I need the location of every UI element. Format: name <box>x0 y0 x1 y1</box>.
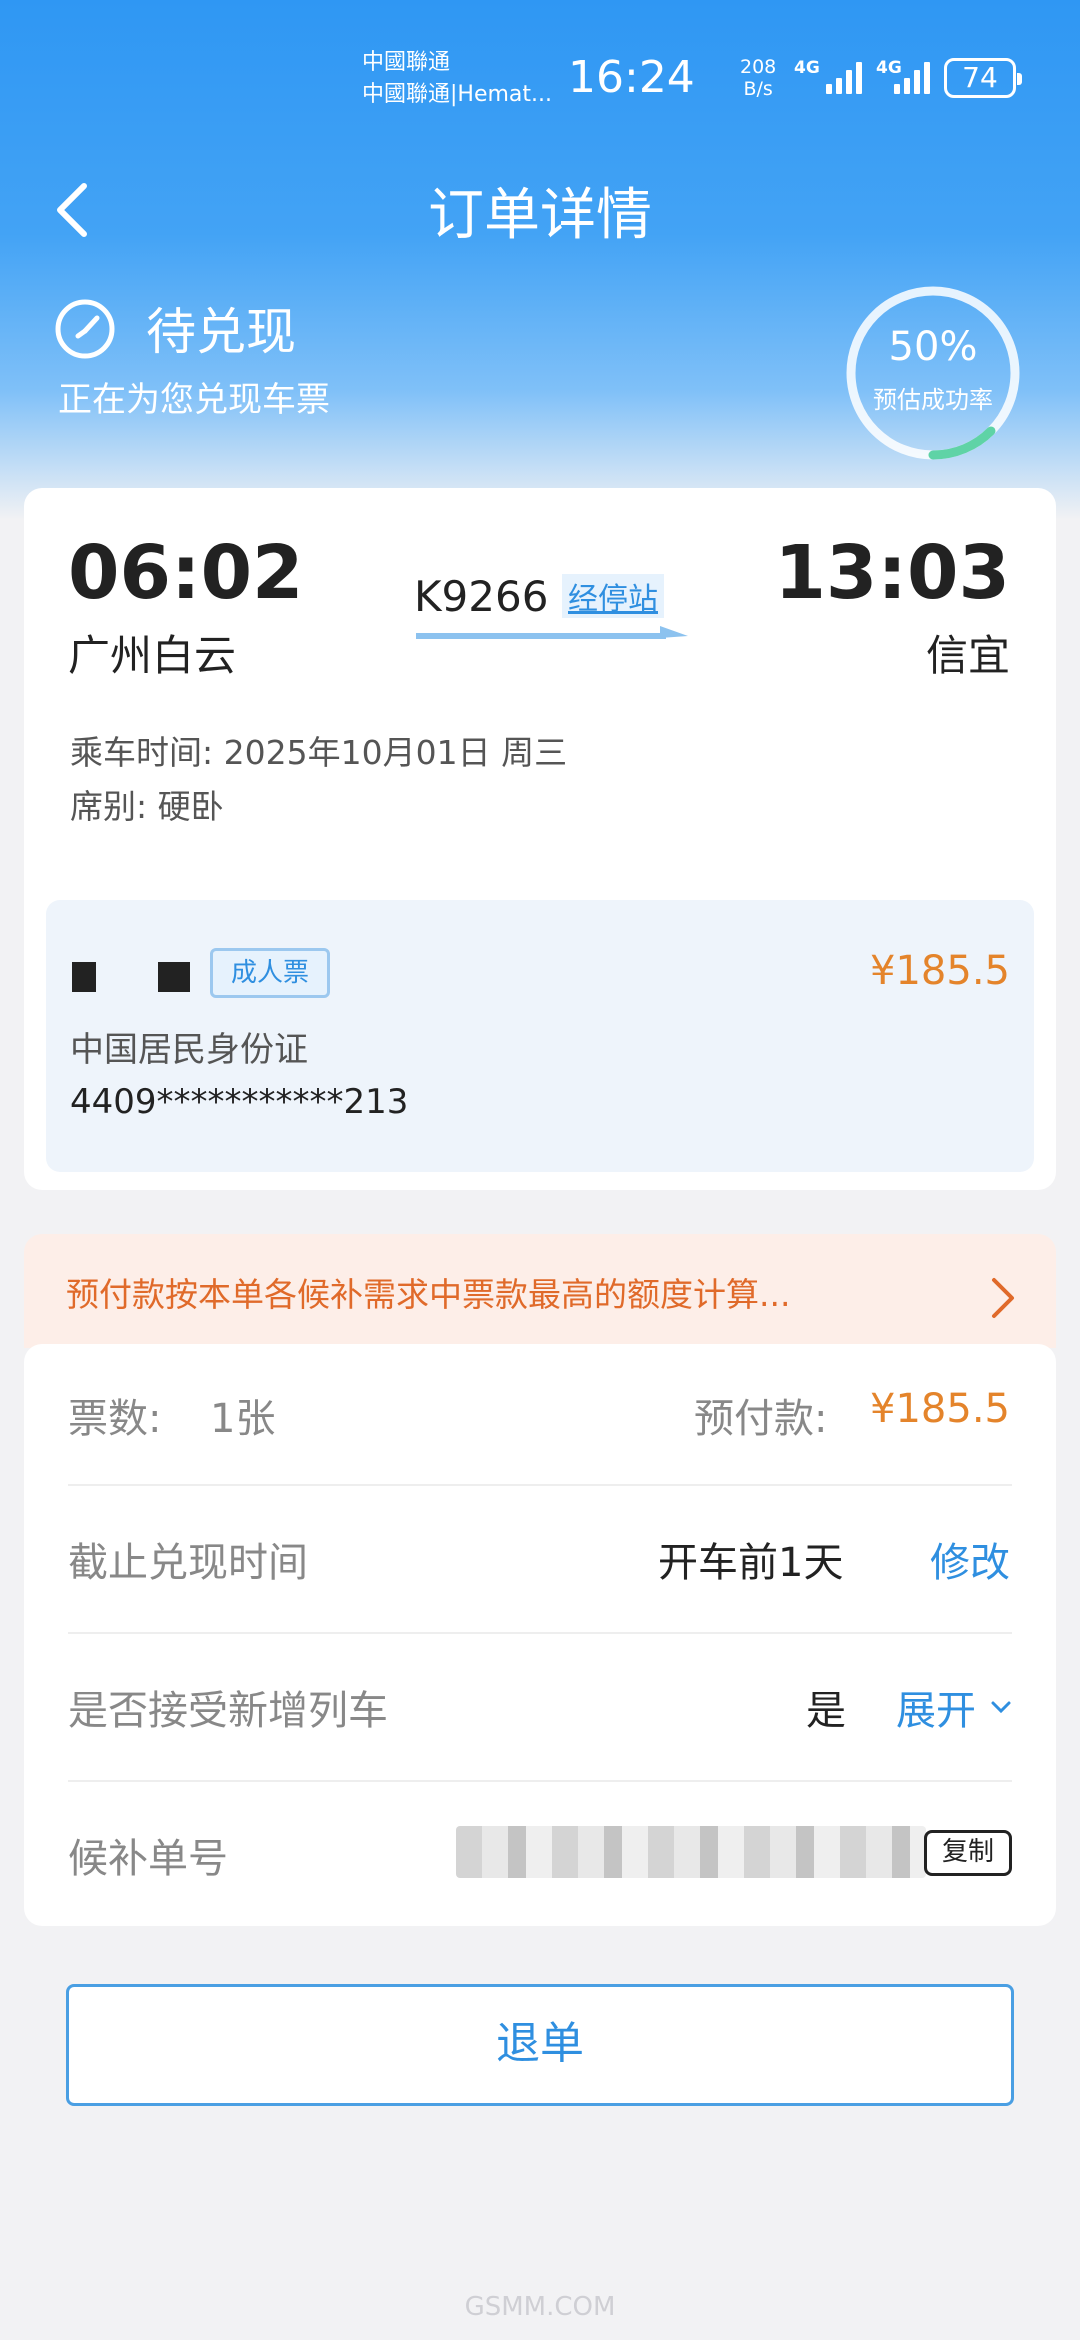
refund-button[interactable]: 退单 <box>66 1984 1014 2106</box>
chevron-down-icon <box>991 1701 1011 1714</box>
chevron-right-icon <box>992 1278 1014 1318</box>
seat-class: 席别: 硬卧 <box>70 787 224 826</box>
travel-date: 乘车时间: 2025年10月01日 周三 <box>70 733 568 772</box>
arrival-time: 13:03 <box>774 530 1010 616</box>
speed-value: 208 <box>740 56 777 78</box>
carrier-1: 中國聯通 <box>362 50 451 75</box>
deadline-value: 开车前1天 <box>658 1540 844 1586</box>
carrier-2: 中國聯通|Hemat... <box>362 82 553 107</box>
watermark: GSMM.COM <box>464 2292 616 2322</box>
passenger-price: ¥185.5 <box>870 948 1010 994</box>
modify-deadline-button[interactable]: 修改 <box>930 1530 1010 1588</box>
redacted-name-2 <box>158 962 190 992</box>
route-arrow-icon <box>416 626 688 639</box>
divider <box>68 1484 1012 1486</box>
id-type: 中国居民身份证 <box>70 1030 308 1070</box>
prepay-value: ¥185.5 <box>870 1386 1010 1432</box>
ticket-type-badge: 成人票 <box>210 948 331 998</box>
order-state-subtitle: 正在为您兑现车票 <box>58 380 330 420</box>
order-state: 待兑现 <box>146 303 296 361</box>
departure-station: 广州白云 <box>68 631 237 680</box>
id-number: 4409***********213 <box>70 1082 409 1122</box>
page-title: 订单详情 <box>428 183 652 248</box>
status-time: 16:24 <box>568 52 695 103</box>
redacted-order-number <box>456 1826 926 1878</box>
signal-icon-1 <box>826 58 862 94</box>
expand-button[interactable]: 展开 <box>896 1678 976 1736</box>
ticket-count-value: 1张 <box>210 1396 276 1442</box>
battery-icon: 74 <box>944 58 1022 98</box>
copy-button[interactable]: 复制 <box>924 1830 1012 1876</box>
network-speed: 208 B/s <box>740 56 776 100</box>
prepay-notice-text: 预付款按本单各候补需求中票款最高的额度计算... <box>66 1275 791 1314</box>
divider <box>68 1632 1012 1634</box>
success-rate-ring <box>846 286 1020 460</box>
success-rate-progress <box>846 286 1020 460</box>
success-rate-value: 50% <box>888 324 978 370</box>
deadline-label: 截止兑现时间 <box>68 1540 308 1586</box>
status-bar: 中國聯通 中國聯通|Hemat... 16:24 208 B/s 4G 4G 7… <box>0 0 1080 120</box>
stops-link[interactable]: 经停站 <box>562 574 664 618</box>
speed-unit: B/s <box>743 78 773 100</box>
ticket-count-label: 票数: <box>68 1396 162 1442</box>
waitlist-number-label: 候补单号 <box>68 1836 228 1882</box>
arrival-station: 信宜 <box>925 631 1010 680</box>
prepay-label: 预付款: <box>694 1396 828 1442</box>
network-type-1: 4G <box>794 58 820 78</box>
redacted-name-1 <box>72 962 96 992</box>
accept-new-train-value: 是 <box>806 1688 846 1734</box>
departure-time: 06:02 <box>68 530 304 616</box>
accept-new-train-label: 是否接受新增列车 <box>68 1688 388 1734</box>
success-rate-label: 预估成功率 <box>873 386 993 414</box>
train-number: K9266 <box>414 572 549 621</box>
clock-icon <box>55 299 115 359</box>
signal-icon-2 <box>894 58 930 94</box>
divider <box>68 1780 1012 1782</box>
